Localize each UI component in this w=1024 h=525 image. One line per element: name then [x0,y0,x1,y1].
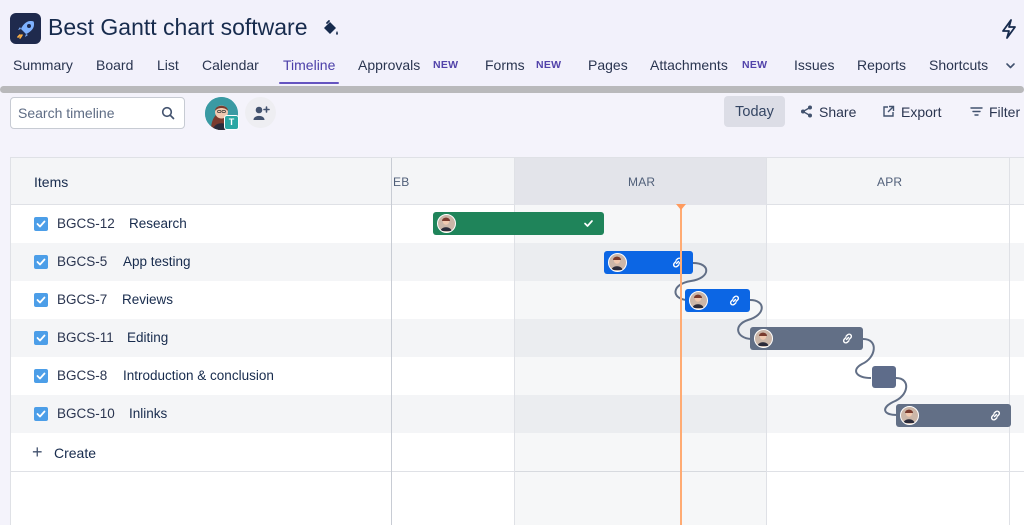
plus-icon: + [32,442,43,462]
horizontal-scrollbar[interactable] [0,86,1024,93]
link-icon [671,256,684,269]
gantt-bar[interactable] [896,404,1011,427]
month-label-mar: MAR [628,175,656,189]
today-button[interactable]: Today [724,96,785,127]
today-marker-line [680,205,682,525]
tab-list[interactable]: List [157,55,179,83]
tab-board[interactable]: Board [96,55,133,83]
new-badge: NEW [742,59,768,71]
filter-button[interactable]: Filter [970,96,1020,127]
tab-shortcuts[interactable]: Shortcuts [929,55,988,83]
link-icon [841,332,854,345]
create-item-button[interactable]: + Create [11,433,391,471]
timeline-toolbar: T Today Share Export Filter [0,93,1024,153]
lightning-icon[interactable] [1000,18,1020,40]
page-title: Best Gantt chart software [48,14,308,40]
column-divider[interactable] [391,158,392,525]
tab-attachments[interactable]: Attachments [650,55,728,83]
tab-reports[interactable]: Reports [857,55,906,83]
new-badge: NEW [536,59,562,71]
month-gridline [1009,158,1010,525]
timeline-panel: Items EB MAR APR BGCS-12 Research BGCS-5… [10,157,1024,525]
share-button[interactable]: Share [800,96,856,127]
issue-key[interactable]: BGCS-7 [57,292,107,307]
paint-bucket-icon[interactable] [320,19,340,39]
month-label-apr: APR [877,175,903,189]
tab-issues[interactable]: Issues [794,55,834,83]
link-icon [728,294,741,307]
checkbox-icon[interactable] [34,217,48,231]
checkbox-icon[interactable] [34,255,48,269]
link-icon [989,409,1002,422]
items-column-header: Items [34,174,69,190]
filter-label: Filter [989,103,1021,120]
issue-name[interactable]: App testing [123,254,191,269]
issue-name[interactable]: Editing [127,330,168,345]
issue-key[interactable]: BGCS-11 [57,330,114,345]
issue-name[interactable]: Introduction & conclusion [123,368,274,383]
issue-key[interactable]: BGCS-8 [57,368,107,383]
project-tabs: Summary Board List Calendar Timeline App… [0,55,1024,84]
rocket-icon[interactable] [10,13,41,44]
issue-name[interactable]: Reviews [122,292,173,307]
check-icon [582,217,595,230]
filter-icon [970,107,983,116]
add-person-icon [253,105,270,120]
gantt-milestone[interactable] [872,366,896,388]
chevron-down-icon[interactable] [1005,58,1016,69]
avatar [437,214,456,233]
avatar [608,253,627,272]
timeline-header: Items EB MAR APR [11,158,1024,205]
avatar [900,406,919,425]
tab-calendar[interactable]: Calendar [202,55,259,83]
tab-pages[interactable]: Pages [588,55,628,83]
issue-key[interactable]: BGCS-12 [57,216,115,231]
checkbox-icon[interactable] [34,407,48,421]
gantt-bar[interactable] [750,327,863,350]
tab-approvals[interactable]: Approvals [358,55,420,83]
search-input[interactable] [18,105,153,121]
gantt-bar[interactable] [685,289,750,312]
gantt-bar[interactable] [433,212,604,235]
avatar [689,291,708,310]
add-user-button[interactable] [245,97,276,128]
search-icon[interactable] [161,106,175,120]
tab-summary[interactable]: Summary [13,55,73,83]
checkbox-icon[interactable] [34,331,48,345]
issue-key[interactable]: BGCS-5 [57,254,107,269]
issue-name[interactable]: Inlinks [129,406,167,421]
export-button[interactable]: Export [882,96,941,127]
new-badge: NEW [433,59,459,71]
share-label: Share [819,103,857,120]
today-marker-icon [676,204,686,210]
month-label-feb: EB [393,175,410,189]
search-box [10,97,185,129]
export-icon [883,105,895,117]
checkbox-icon[interactable] [34,369,48,383]
avatar-initial-badge: T [224,115,239,130]
share-icon [801,105,812,118]
create-label: Create [54,445,97,461]
top-bar: Best Gantt chart software Summary Board … [0,0,1024,88]
issue-name[interactable]: Research [129,216,187,231]
export-label: Export [901,103,942,120]
issue-key[interactable]: BGCS-10 [57,406,115,421]
tab-timeline[interactable]: Timeline [278,55,340,84]
avatar [754,329,773,348]
tab-forms[interactable]: Forms [485,55,525,83]
checkbox-icon[interactable] [34,293,48,307]
